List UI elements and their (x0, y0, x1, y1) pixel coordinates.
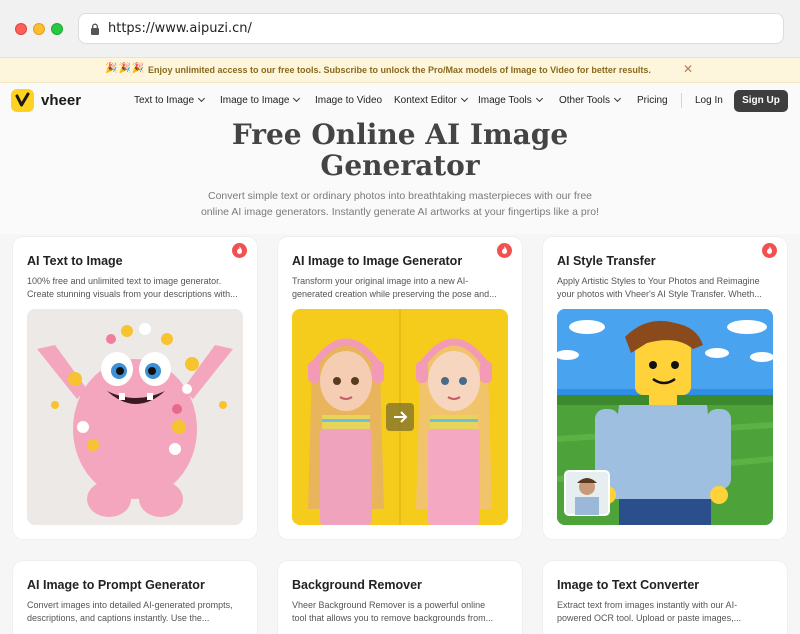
chevron-down-icon (293, 94, 301, 103)
nav-text-to-image[interactable]: Text to Image (134, 94, 206, 106)
page-title-line: Free Online AI Image (231, 118, 569, 151)
nav-item-label: Pricing (637, 95, 668, 106)
fire-icon (497, 243, 512, 258)
nav-item-label: Image to Image (220, 95, 290, 106)
card-title: AI Style Transfer (557, 254, 656, 268)
card-description-line: your photos with Vheer's AI Style Transf… (557, 289, 762, 299)
nav-item-label: Text to Image (134, 95, 195, 106)
party-icon: 🎉🎉🎉 (105, 63, 146, 74)
announcement-bar: 🎉🎉🎉 Enjoy unlimited access to our free t… (0, 58, 800, 83)
lego-man-image (557, 309, 773, 525)
girl-before-after-image (292, 309, 508, 525)
nav-divider (681, 93, 682, 108)
card-description-line: 100% free and unlimited text to image ge… (27, 276, 222, 286)
nav-item-label: Image to Video (315, 95, 383, 106)
card-description: Vheer Background Remover is a powerful o… (292, 599, 512, 625)
card-description-line: descriptions, and captions instantly. Us… (27, 613, 210, 623)
card-title: AI Text to Image (27, 254, 123, 268)
fire-icon (232, 243, 247, 258)
chevron-down-icon (535, 94, 543, 103)
card-title: Image to Text Converter (557, 578, 700, 592)
tool-card-text-to-image[interactable]: AI Text to Image 100% free and unlimited… (13, 237, 257, 539)
card-description: Transform your original image into a new… (292, 275, 512, 301)
nav-image-tools[interactable]: Image Tools (478, 94, 543, 106)
logo-text[interactable]: vheer (41, 92, 81, 109)
login-link[interactable]: Log In (695, 95, 723, 106)
minimize-window-button[interactable] (33, 23, 45, 35)
close-window-button[interactable] (15, 23, 27, 35)
card-description-line: Apply Artistic Styles to Your Photos and… (557, 276, 760, 286)
tool-card-style-transfer[interactable]: AI Style Transfer Apply Artistic Styles … (543, 237, 787, 539)
tool-card-image-to-image[interactable]: AI Image to Image Generator Transform yo… (278, 237, 522, 539)
pink-monster-image (27, 309, 243, 525)
announcement-text: Enjoy unlimited access to our free tools… (148, 65, 651, 75)
fire-icon (762, 243, 777, 258)
signup-button[interactable]: Sign Up (734, 90, 788, 112)
address-bar[interactable]: https://www.aipuzi.cn/ (78, 13, 784, 44)
hero-section: Free Online AI Image Generator Convert s… (0, 119, 800, 234)
browser-chrome: https://www.aipuzi.cn/ (0, 0, 800, 58)
page-subtitle-line: online AI image generators. Instantly ge… (200, 206, 600, 218)
nav-item-label: Other Tools (559, 95, 610, 106)
nav-kontext-editor[interactable]: Kontext Editor (394, 94, 468, 106)
lock-icon (91, 23, 99, 35)
page-title: Free Online AI Image Generator (200, 119, 600, 181)
page-title-line: Generator (320, 149, 480, 182)
main-nav: vheer Text to Image Image to Image Image… (0, 83, 800, 119)
nav-image-to-video[interactable]: Image to Video (315, 95, 382, 106)
card-description-line: tool that allows you to remove backgroun… (292, 613, 494, 623)
nav-item-label: Image Tools (478, 95, 532, 106)
maximize-window-button[interactable] (51, 23, 63, 35)
nav-pricing[interactable]: Pricing (637, 95, 668, 106)
card-description-line: Transform your original image into a new… (292, 276, 469, 286)
card-description: Apply Artistic Styles to Your Photos and… (557, 275, 777, 301)
card-description-line: Vheer Background Remover is a powerful o… (292, 600, 486, 610)
tool-card-image-to-text[interactable]: Image to Text Converter Extract text fro… (543, 561, 787, 634)
card-description-line: generated creation while preserving the … (292, 289, 497, 299)
chevron-down-icon (613, 94, 621, 103)
logo-icon[interactable] (11, 89, 34, 112)
url-text: https://www.aipuzi.cn/ (108, 21, 252, 36)
card-title: AI Image to Image Generator (292, 254, 463, 268)
card-description: Extract text from images instantly with … (557, 599, 777, 625)
card-description-line: Convert images into detailed AI-generate… (27, 600, 233, 610)
close-icon[interactable]: ✕ (683, 62, 693, 76)
card-title: Background Remover (292, 578, 422, 592)
nav-other-tools[interactable]: Other Tools (559, 94, 621, 106)
page-subtitle: Convert simple text or ordinary photos i… (195, 188, 605, 220)
card-description: Convert images into detailed AI-generate… (27, 599, 247, 625)
tool-card-image-to-prompt[interactable]: AI Image to Prompt Generator Convert ima… (13, 561, 257, 634)
card-description-line: powered OCR tool. Upload or paste images… (557, 613, 742, 623)
chevron-down-icon (197, 94, 206, 103)
card-description-line: Create stunning visuals from your descri… (27, 289, 238, 299)
card-description-line: Extract text from images instantly with … (557, 600, 738, 610)
chevron-down-icon (460, 94, 468, 103)
nav-image-to-image[interactable]: Image to Image (220, 94, 301, 106)
tool-card-background-remover[interactable]: Background Remover Vheer Background Remo… (278, 561, 522, 634)
page-subtitle-line: Convert simple text or ordinary photos i… (207, 190, 593, 202)
card-title: AI Image to Prompt Generator (27, 578, 205, 592)
nav-item-label: Kontext Editor (394, 95, 457, 106)
card-description: 100% free and unlimited text to image ge… (27, 275, 247, 301)
